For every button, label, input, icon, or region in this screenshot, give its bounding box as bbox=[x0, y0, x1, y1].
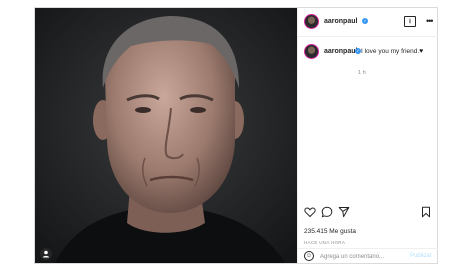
post-photo[interactable] bbox=[35, 8, 297, 263]
heart-icon[interactable] bbox=[304, 206, 316, 218]
username[interactable]: aaronpaul bbox=[324, 18, 357, 25]
caption-username[interactable]: aaronpaul bbox=[324, 48, 357, 55]
comment-box: ☺ Publicar bbox=[298, 248, 438, 264]
emoji-icon[interactable]: ☺ bbox=[304, 251, 314, 261]
share-icon[interactable] bbox=[338, 206, 350, 218]
download-icon[interactable]: ⭳ bbox=[404, 16, 416, 27]
posted-ago: HACE UNA HORA bbox=[304, 240, 346, 245]
avatar[interactable] bbox=[304, 14, 319, 29]
caption-avatar[interactable] bbox=[304, 44, 319, 59]
caption-time[interactable]: 1 h bbox=[358, 70, 366, 76]
caption: I love you my friend.♥ bbox=[361, 48, 423, 55]
more-options-icon[interactable]: ••• bbox=[426, 16, 434, 26]
tag-user-icon[interactable] bbox=[40, 248, 52, 260]
publish-button[interactable]: Publicar bbox=[410, 253, 432, 259]
comment-input[interactable] bbox=[320, 251, 400, 262]
likes-count[interactable]: 235.415 Me gusta bbox=[304, 228, 356, 235]
comment-icon[interactable] bbox=[321, 206, 333, 218]
verified-icon: ✓ bbox=[362, 18, 368, 24]
caption-text: I love you my friend. bbox=[361, 48, 420, 55]
post-card: aaronpaul ✓ ⭳ ••• aaronpaul ✓ I love you… bbox=[34, 7, 438, 264]
post-header: aaronpaul ✓ ⭳ ••• bbox=[298, 8, 438, 37]
caption-heart-emoji: ♥ bbox=[419, 48, 424, 55]
portrait-image bbox=[35, 8, 297, 263]
bookmark-icon[interactable] bbox=[420, 206, 432, 218]
post-side-panel: aaronpaul ✓ ⭳ ••• aaronpaul ✓ I love you… bbox=[297, 8, 438, 263]
action-bar bbox=[298, 206, 438, 220]
